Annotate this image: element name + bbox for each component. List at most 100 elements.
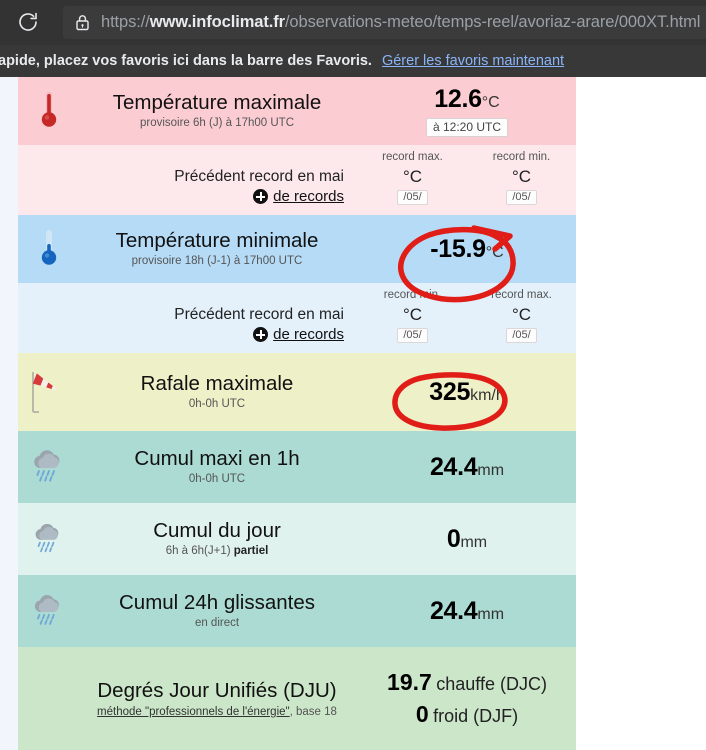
bookmarks-bar: apide, placez vos favoris ici dans la ba… xyxy=(0,45,706,77)
row-label-cumul-24h-glissantes: Cumul 24h glissantes en direct xyxy=(80,591,358,630)
gust-unit: km/h xyxy=(470,386,505,404)
row-subtitle: méthode "professionnels de l'énergie", b… xyxy=(80,706,354,718)
row-subtitle: provisoire 18h (J-1) à 17h00 UTC xyxy=(131,254,303,267)
row-value-cumul-maxi-1h: 24.4mm xyxy=(358,453,576,482)
record-min-col1-date: /05/ xyxy=(397,328,428,343)
row-temperature-minimale: Température minimale provisoire 18h (J-1… xyxy=(18,215,576,283)
row-subtitle: 0h-0h UTC xyxy=(188,472,246,485)
weather-summary-table: Température maximale provisoire 6h (J) à… xyxy=(18,77,576,750)
row-title: Degrés Jour Unifiés (DJU) xyxy=(97,679,337,702)
rainday-unit: mm xyxy=(460,533,488,551)
dju-method-link[interactable]: méthode "professionnels de l'énergie" xyxy=(97,706,290,718)
thermometer-red-icon xyxy=(18,77,80,145)
row-value-temperature-minimale: -15.9°C xyxy=(358,235,576,264)
manage-favorites-link[interactable]: Gérer les favoris maintenant xyxy=(382,53,564,69)
record-max-col2-date: /05/ xyxy=(506,190,537,205)
rain24-unit: mm xyxy=(477,605,505,623)
record-max-headers: record max. record min. xyxy=(18,151,576,170)
rain-cloud-icon xyxy=(18,431,80,503)
gust-value: 325 xyxy=(429,377,471,406)
record-max-more-label: de records xyxy=(273,188,344,205)
row-subtitle: 0h-0h UTC xyxy=(188,397,246,410)
row-rafale-maximale: Rafale maximale 0h-0h UTC 325km/h xyxy=(18,353,576,431)
dju-icon-placeholder xyxy=(18,647,80,750)
row-value-temperature-maximale: 12.6°C à 12:20 UTC xyxy=(358,85,576,137)
record-min-col1: °C /05/ xyxy=(358,305,467,343)
record-max-col1-header: record max. xyxy=(382,151,443,163)
row-title: Cumul du jour xyxy=(153,519,281,543)
record-min-col1-value: °C xyxy=(402,305,423,324)
row-subtitle: provisoire 6h (J) à 17h00 UTC xyxy=(139,116,295,129)
record-min-col1-header: record min. xyxy=(383,289,442,301)
record-min-label: Précédent record en mai xyxy=(174,306,344,323)
record-max-col2-value: °C xyxy=(511,167,532,186)
tmax-unit: °C xyxy=(481,94,500,111)
address-bar[interactable]: https://www.infoclimat.fr/observations-m… xyxy=(63,6,706,39)
rainday-value: 0 xyxy=(446,524,461,553)
record-max-col2: °C /05/ xyxy=(467,167,576,205)
row-degres-jour-unifies: Degrés Jour Unifiés (DJU) méthode "profe… xyxy=(18,647,576,750)
url-scheme: https:// xyxy=(101,13,150,31)
row-subtitle-plain: 6h à 6h(J+1) xyxy=(165,544,234,557)
tmin-value: -15.9 xyxy=(430,234,486,263)
dju-cold-line: 0 froid (DJF) xyxy=(358,699,576,730)
rain-cloud-icon xyxy=(18,575,80,647)
rain1h-value: 24.4 xyxy=(429,452,478,481)
row-subtitle-bold: partiel xyxy=(233,544,269,557)
tmax-value: 12.6 xyxy=(434,85,482,113)
record-min-more-link[interactable]: de records xyxy=(18,326,344,343)
record-min-col2: °C /05/ xyxy=(467,305,576,343)
lock-icon xyxy=(63,6,101,39)
page-viewport: Température maximale provisoire 6h (J) à… xyxy=(0,77,706,750)
record-min-col2-header: record max. xyxy=(491,289,552,301)
row-title: Température maximale xyxy=(112,91,322,115)
dju-base: , base 18 xyxy=(289,706,337,718)
url-text: https://www.infoclimat.fr/observations-m… xyxy=(101,13,700,32)
record-min-col2-date: /05/ xyxy=(506,328,537,343)
row-title: Rafale maximale xyxy=(140,372,294,396)
row-value-degres-jour-unifies: 19.7 chauffe (DJC) 0 froid (DJF) xyxy=(358,667,576,729)
record-max-col1: °C /05/ xyxy=(358,167,467,205)
windsock-icon xyxy=(18,353,80,431)
reload-icon xyxy=(16,10,40,34)
rain24-value: 24.4 xyxy=(429,596,478,625)
record-max-col1-date: /05/ xyxy=(397,190,428,205)
row-label-cumul-maxi-1h: Cumul maxi en 1h 0h-0h UTC xyxy=(80,447,358,486)
rain-cloud-icon xyxy=(18,503,80,575)
row-record-max: record max. record min. Précédent record… xyxy=(18,145,576,215)
row-subtitle: 6h à 6h(J+1) partiel xyxy=(80,545,354,559)
record-min-label-block: Précédent record en mai de records xyxy=(18,306,358,343)
record-min-col2-value: °C xyxy=(511,305,532,324)
dju-cold-value: 0 xyxy=(415,700,429,727)
page-left-gutter xyxy=(0,77,18,750)
row-cumul-24h-glissantes: Cumul 24h glissantes en direct 24.4mm xyxy=(18,575,576,647)
record-min-headers: record min. record max. xyxy=(18,289,576,308)
rain1h-unit: mm xyxy=(477,461,505,479)
browser-chrome: https://www.infoclimat.fr/observations-m… xyxy=(0,0,706,45)
record-max-label-block: Précédent record en mai de records xyxy=(18,168,358,205)
record-max-col1-value: °C xyxy=(402,167,423,186)
dju-heat-line: 19.7 chauffe (DJC) xyxy=(358,667,576,698)
row-record-min: record min. record max. Précédent record… xyxy=(18,283,576,353)
url-path: /observations-meteo/temps-reel/avoriaz-a… xyxy=(284,13,701,31)
tmin-unit: °C xyxy=(485,243,504,261)
row-title: Cumul 24h glissantes xyxy=(119,591,315,615)
record-max-more-link[interactable]: de records xyxy=(18,188,344,205)
reload-button[interactable] xyxy=(10,4,46,40)
record-max-label: Précédent record en mai xyxy=(174,168,344,185)
dju-heat-label: chauffe (DJC) xyxy=(436,674,547,695)
tmax-time-badge: à 12:20 UTC xyxy=(425,118,509,137)
dju-cold-label: froid (DJF) xyxy=(433,705,519,726)
row-label-cumul-du-jour: Cumul du jour 6h à 6h(J+1) partiel xyxy=(80,519,358,558)
plus-circle-icon xyxy=(253,189,269,204)
row-cumul-maxi-1h: Cumul maxi en 1h 0h-0h UTC 24.4mm xyxy=(18,431,576,503)
plus-circle-icon xyxy=(253,327,269,342)
row-value-cumul-du-jour: 0mm xyxy=(358,525,576,554)
row-cumul-du-jour: Cumul du jour 6h à 6h(J+1) partiel 0mm xyxy=(18,503,576,575)
row-label-temperature-maximale: Température maximale provisoire 6h (J) à… xyxy=(80,91,358,130)
row-title: Température minimale xyxy=(115,229,319,253)
row-subtitle: en direct xyxy=(194,616,240,629)
row-temperature-maximale: Température maximale provisoire 6h (J) à… xyxy=(18,77,576,145)
url-host: www.infoclimat.fr xyxy=(149,13,285,31)
record-min-more-label: de records xyxy=(273,326,344,343)
